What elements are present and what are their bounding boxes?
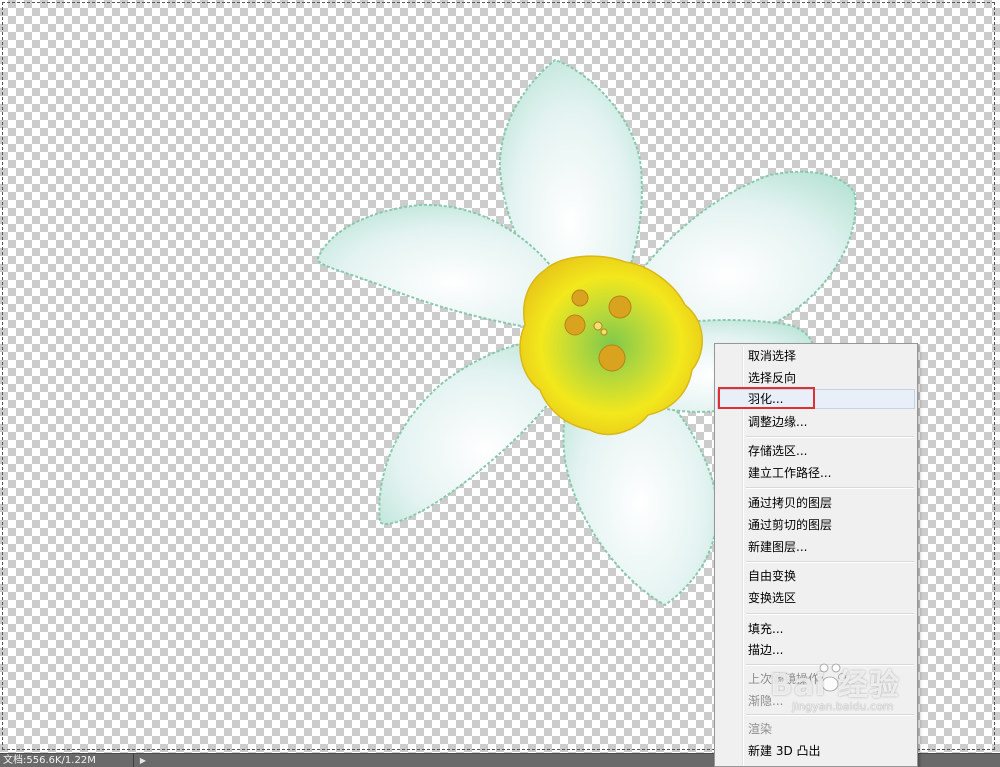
menu-separator bbox=[746, 561, 914, 563]
menu-item-last-filter: 上次滤镜操作 bbox=[748, 672, 821, 686]
document-size-readout: 文档:556.6K/1.22M bbox=[3, 755, 96, 766]
menu-item-make-work-path[interactable]: 建立工作路径... bbox=[717, 463, 915, 483]
menu-item-feather[interactable]: 羽化... bbox=[717, 389, 915, 409]
menu-item-new-3d-extrusion[interactable]: 新建 3D 凸出 bbox=[717, 741, 915, 761]
menu-separator bbox=[746, 487, 914, 489]
menu-item-save-selection[interactable]: 存储选区... bbox=[717, 441, 915, 461]
context-menu: 取消选择 选择反向 羽化... 调整边缘... 存储选区... 建立工作路径..… bbox=[714, 343, 918, 767]
menu-item-stroke[interactable]: 描边... bbox=[717, 640, 915, 660]
menu-item-refine-edge[interactable]: 调整边缘... bbox=[717, 412, 915, 432]
menu-separator bbox=[746, 664, 914, 666]
menu-item-transform-selection[interactable]: 变换选区 bbox=[717, 588, 915, 608]
menu-separator bbox=[746, 613, 914, 615]
menu-item-fade: 渐隐... bbox=[748, 694, 784, 708]
menu-item-fill[interactable]: 填充... bbox=[717, 619, 915, 639]
menu-separator bbox=[746, 436, 914, 438]
triangle-right-icon[interactable]: ▶ bbox=[136, 754, 150, 767]
menu-item-layer-via-copy[interactable]: 通过拷贝的图层 bbox=[717, 493, 915, 513]
status-separator bbox=[133, 754, 134, 767]
menu-item-layer-via-cut[interactable]: 通过剪切的图层 bbox=[717, 515, 915, 535]
menu-item-new-layer[interactable]: 新建图层... bbox=[717, 537, 915, 557]
menu-item-select-inverse[interactable]: 选择反向 bbox=[717, 368, 915, 388]
menu-separator bbox=[746, 714, 914, 716]
menu-item-deselect[interactable]: 取消选择 bbox=[717, 346, 915, 366]
menu-item-render: 渲染 bbox=[748, 722, 773, 736]
menu-item-free-transform[interactable]: 自由变换 bbox=[717, 566, 915, 586]
